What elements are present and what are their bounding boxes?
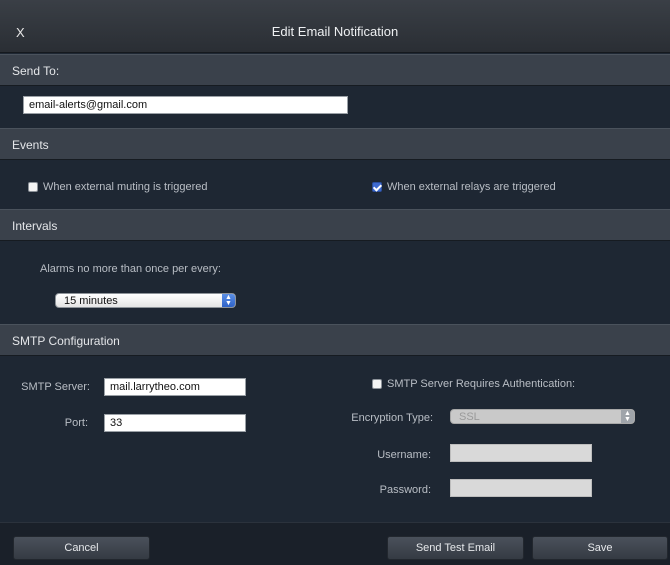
smtp-server-input[interactable] [104, 378, 246, 396]
send-test-email-button[interactable]: Send Test Email [387, 536, 524, 560]
section-header-smtp: SMTP Configuration [0, 324, 670, 356]
relays-label: When external relays are triggered [387, 181, 556, 193]
section-title-smtp: SMTP Configuration [12, 334, 120, 348]
encryption-type-label: Encryption Type: [351, 412, 433, 424]
muting-checkbox[interactable] [28, 182, 38, 192]
section-header-intervals: Intervals [0, 209, 670, 241]
interval-select[interactable]: 15 minutes ▲ ▼ [55, 293, 236, 308]
section-header-events: Events [0, 128, 670, 160]
dialog-title: Edit Email Notification [271, 24, 399, 39]
title-bar: X Edit Email Notification [0, 0, 670, 53]
username-input[interactable] [450, 444, 592, 462]
save-button[interactable]: Save [532, 536, 668, 560]
relays-checkbox[interactable] [372, 182, 382, 192]
dialog-footer: Cancel Send Test Email Save [0, 522, 670, 565]
auth-required-label: SMTP Server Requires Authentication: [387, 378, 576, 390]
section-title-send-to: Send To: [12, 64, 60, 78]
muting-label: When external muting is triggered [43, 181, 208, 193]
auth-required-checkbox[interactable] [372, 379, 382, 389]
interval-selected-value: 15 minutes [64, 295, 118, 307]
port-input[interactable] [104, 414, 246, 432]
smtp-server-label: SMTP Server: [21, 381, 90, 393]
cancel-button[interactable]: Cancel [13, 536, 150, 560]
email-recipient-input[interactable] [23, 96, 348, 114]
select-stepper-icon: ▲ ▼ [621, 410, 634, 423]
password-input[interactable] [450, 479, 592, 497]
select-stepper-icon: ▲ ▼ [222, 294, 235, 307]
section-title-intervals: Intervals [12, 219, 58, 233]
username-label: Username: [377, 449, 431, 461]
encryption-type-select[interactable]: SSL ▲ ▼ [450, 409, 635, 424]
section-title-events: Events [12, 138, 49, 152]
encryption-selected-value: SSL [459, 411, 480, 423]
port-label: Port: [64, 417, 88, 429]
interval-description: Alarms no more than once per every: [40, 263, 221, 275]
password-label: Password: [379, 484, 431, 496]
section-header-send-to: Send To: [0, 54, 670, 86]
